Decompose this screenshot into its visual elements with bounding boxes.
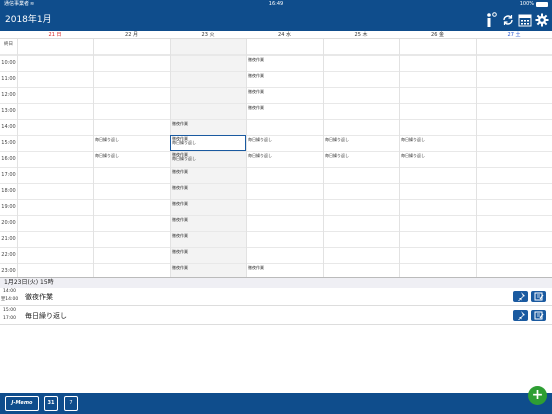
calendar-event[interactable]: 毎日繰り返し (95, 153, 119, 158)
hour-label: 10:00 (1, 60, 16, 66)
calendar-event[interactable]: 毎日繰り返し (95, 137, 119, 142)
memo-button[interactable] (531, 291, 546, 302)
hour-label: 21:00 (1, 236, 16, 242)
calendar-event[interactable]: 徹夜作業 (172, 169, 188, 174)
tab-bar: J-Memo 31 7 (0, 393, 552, 414)
hour-label: 20:00 (1, 220, 16, 226)
status-time: 16:49 (268, 1, 284, 7)
hour-label: 13:00 (1, 108, 16, 114)
calendar-event[interactable]: 徹夜作業 (248, 105, 264, 110)
add-event-button[interactable]: + (528, 386, 547, 405)
calendar-event[interactable]: 徹夜作業 (172, 201, 188, 206)
hour-label: 22:00 (1, 252, 16, 258)
event-row[interactable]: 15:00 17:00 毎日繰り返し (0, 307, 552, 325)
event-title: 毎日繰り返し (25, 312, 67, 320)
nav-actions (484, 11, 549, 29)
hour-label: 14:00 (1, 124, 16, 130)
tab-jmemo[interactable]: J-Memo (5, 396, 39, 411)
battery-percent: 100% (519, 1, 534, 7)
tab-month[interactable]: 31 (44, 396, 58, 411)
calendar-event[interactable]: 徹夜作業 (172, 249, 188, 254)
event-time: 15:00 17:00 (3, 308, 16, 321)
info-icon[interactable] (484, 12, 498, 28)
event-row[interactable]: 14:00 翌14:00 徹夜作業 (0, 288, 552, 306)
hour-label: 23:00 (1, 268, 16, 274)
hour-label: 19:00 (1, 204, 16, 210)
calendar-event[interactable]: 毎日繰り返し (172, 156, 196, 161)
calendar-event[interactable]: 徹夜作業 (172, 185, 188, 190)
nav-bar: 2018年1月 (0, 9, 552, 31)
calendar-event[interactable]: 徹夜作業 (172, 217, 188, 222)
event-time: 14:00 翌14:00 (0, 289, 19, 302)
day-header-fri[interactable]: 26 金 (399, 31, 476, 39)
detail-header: 1月23日(火) 15時 (0, 278, 552, 288)
calendar-event[interactable]: 徹夜作業 (248, 57, 264, 62)
day-header-mon[interactable]: 22 月 (93, 31, 170, 39)
day-header-tue[interactable]: 23 火 (170, 31, 246, 39)
tab-week[interactable]: 7 (64, 396, 78, 411)
hour-label: 12:00 (1, 92, 16, 98)
calendar-event[interactable]: 毎日繰り返し (325, 153, 349, 158)
day-header-wed[interactable]: 24 水 (246, 31, 323, 39)
calendar-event[interactable]: 徹夜作業 (248, 265, 264, 270)
calendar-event[interactable]: 毎日繰り返し (401, 153, 425, 158)
hour-label: 15:00 (1, 140, 16, 146)
calendar-event[interactable]: 毎日繰り返し (248, 153, 272, 158)
all-day-label: 終日 (4, 42, 13, 47)
calendar-event[interactable]: 毎日繰り返し (325, 137, 349, 142)
battery-icon (536, 2, 548, 7)
calendar-icon[interactable] (518, 12, 532, 28)
hour-label: 18:00 (1, 188, 16, 194)
hour-label: 17:00 (1, 172, 16, 178)
hour-label: 16:00 (1, 156, 16, 162)
calendar-event[interactable]: 徹夜作業 (172, 265, 188, 270)
gear-icon[interactable] (535, 12, 549, 28)
calendar-event[interactable]: 毎日繰り返し (172, 140, 196, 145)
day-header-sat[interactable]: 27 土 (476, 31, 552, 39)
week-day-header: 21 日 22 月 23 火 24 水 25 木 26 金 27 土 (0, 31, 552, 39)
calendar-event[interactable]: 徹夜作業 (248, 89, 264, 94)
event-title: 徹夜作業 (25, 293, 53, 301)
status-bar: 通信事業者 ≋ 16:49 100% (0, 0, 552, 9)
calendar-event[interactable]: 毎日繰り返し (401, 137, 425, 142)
week-grid[interactable]: 終日 10:00 11:00 12:00 13:00 14:00 15:00 1… (0, 39, 552, 277)
calendar-event[interactable]: 毎日繰り返し (248, 137, 272, 142)
memo-button[interactable] (531, 310, 546, 321)
day-header-sun[interactable]: 21 日 (17, 31, 93, 39)
page-title: 2018年1月 (5, 15, 52, 25)
hour-label: 11:00 (1, 76, 16, 82)
day-header-thu[interactable]: 25 木 (323, 31, 399, 39)
sync-icon[interactable] (501, 12, 515, 28)
calendar-event[interactable]: 徹夜作業 (172, 233, 188, 238)
calendar-event[interactable]: 徹夜作業 (172, 121, 188, 126)
pin-button[interactable] (513, 310, 528, 322)
calendar-event[interactable]: 徹夜作業 (248, 73, 264, 78)
pin-button[interactable] (513, 291, 528, 303)
